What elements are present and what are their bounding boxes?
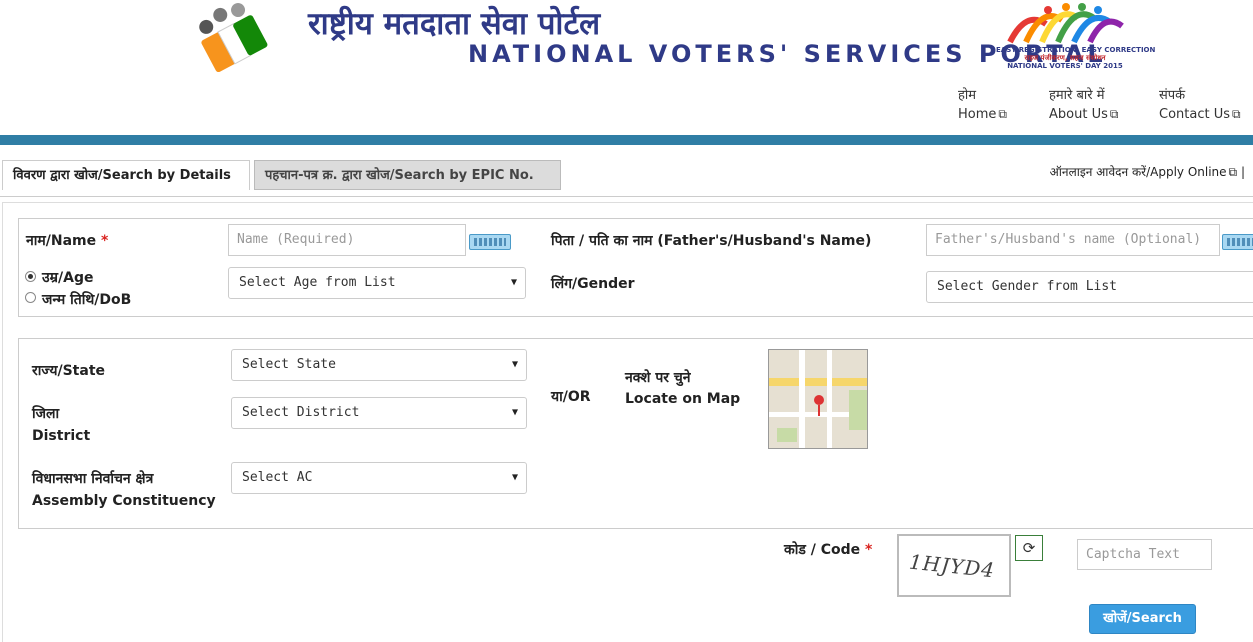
voters-day-tagline-2: सहज पंजीकरण, सहज संशोधन — [1024, 54, 1106, 62]
election-commission-logo — [199, 3, 268, 72]
dob-radio[interactable] — [25, 292, 36, 303]
map-label-hindi: नक्शे पर चुने — [625, 370, 691, 386]
caret-down-icon: ▼ — [511, 359, 518, 370]
required-mark: * — [101, 233, 109, 249]
nav-contact-hindi: संपर्क — [1159, 88, 1186, 103]
gender-select-value: Select Gender from List — [937, 279, 1118, 294]
nav-home-label[interactable]: Home — [958, 107, 996, 122]
district-select-value: Select District — [242, 405, 360, 420]
ac-label-hindi: विधानसभा निर्वाचन क्षेत्र — [32, 471, 154, 487]
tab-search-by-details[interactable]: विवरण द्वारा खोज/Search by Details — [2, 160, 250, 190]
site-header: राष्ट्रीय मतदाता सेवा पोर्टल NATIONAL VO… — [0, 0, 1253, 135]
nav-about-hindi: हमारे बारे में — [1049, 88, 1105, 103]
captcha-text: 1HJYD4 — [907, 549, 997, 583]
nav-about-label[interactable]: About Us — [1049, 107, 1108, 122]
required-mark: * — [865, 542, 873, 558]
apply-online-link[interactable]: ऑनलाइन आवेदन करें/Apply Online ⧉ | — [1050, 163, 1245, 180]
tab-search-by-epic[interactable]: पहचान-पत्र क्र. द्वारा खोज/Search by EPI… — [254, 160, 561, 190]
tabs-underline — [0, 196, 1253, 197]
name-label: नाम/Name * — [26, 230, 108, 252]
captcha-image: 1HJYD4 — [897, 534, 1011, 597]
external-link-icon: ⧉ — [998, 107, 1007, 121]
voters-day-tagline-3: NATIONAL VOTERS' DAY 2015 — [1007, 62, 1123, 70]
age-select[interactable]: Select Age from List ▼ — [228, 267, 526, 299]
state-label: राज्य/State — [32, 363, 106, 379]
keyboard-icon[interactable] — [1222, 234, 1253, 250]
caret-down-icon: ▼ — [511, 407, 518, 418]
external-link-icon: ⧉ — [1228, 165, 1238, 179]
nav-contact[interactable]: संपर्क Contact Us ⧉ — [1159, 87, 1241, 124]
locate-on-map-thumbnail[interactable] — [768, 349, 868, 449]
gender-label: लिंग/Gender — [551, 276, 635, 292]
portal-title-hindi: राष्ट्रीय मतदाता सेवा पोर्टल — [308, 6, 601, 42]
apply-online-separator: | — [1240, 165, 1245, 179]
gender-select[interactable]: Select Gender from List — [926, 271, 1253, 303]
name-input[interactable]: Name (Required) — [228, 224, 466, 256]
captcha-input[interactable]: Captcha Text — [1077, 539, 1212, 570]
nav-about[interactable]: हमारे बारे में About Us ⧉ — [1049, 87, 1118, 124]
nav-contact-label[interactable]: Contact Us — [1159, 107, 1230, 122]
name-label-text: नाम/Name — [26, 233, 97, 249]
code-label: कोड / Code * — [784, 539, 872, 561]
age-label: उम्र/Age — [42, 270, 94, 286]
state-select[interactable]: Select State ▼ — [231, 349, 527, 381]
age-radio[interactable] — [25, 271, 36, 282]
external-link-icon: ⧉ — [1232, 107, 1241, 121]
caret-down-icon: ▼ — [511, 472, 518, 483]
state-select-value: Select State — [242, 357, 336, 372]
ac-select-value: Select AC — [242, 470, 313, 485]
nav-home-hindi: होम — [958, 88, 977, 103]
external-link-icon: ⧉ — [1109, 107, 1119, 121]
code-label-text: कोड / Code — [784, 542, 861, 558]
district-select[interactable]: Select District ▼ — [231, 397, 527, 429]
ac-select[interactable]: Select AC ▼ — [231, 462, 527, 494]
father-name-input[interactable]: Father's/Husband's name (Optional) — [926, 224, 1220, 256]
district-label-hindi: जिला — [32, 406, 60, 422]
voters-day-tagline-1: EASY REGISTRATION, EASY CORRECTION — [996, 46, 1156, 54]
district-label: District — [32, 428, 91, 444]
search-button[interactable]: खोजें/Search — [1089, 604, 1196, 634]
voters-day-figures-icon — [1007, 3, 1124, 44]
father-name-label: पिता / पति का नाम (Father's/Husband's Na… — [551, 233, 872, 249]
refresh-icon[interactable]: ⟳ — [1015, 535, 1043, 561]
or-label: या/OR — [551, 389, 591, 405]
map-label: Locate on Map — [625, 391, 741, 407]
apply-online-label[interactable]: ऑनलाइन आवेदन करें/Apply Online — [1050, 165, 1227, 179]
nav-home[interactable]: होम Home ⧉ — [958, 87, 1007, 124]
caret-down-icon: ▼ — [510, 277, 517, 288]
keyboard-icon[interactable] — [469, 234, 511, 250]
age-select-value: Select Age from List — [239, 275, 396, 290]
map-icon — [769, 350, 867, 448]
ac-label: Assembly Constituency — [32, 493, 216, 509]
voters-day-logo: EASY REGISTRATION, EASY CORRECTION सहज प… — [996, 2, 1156, 74]
header-divider-bar — [0, 135, 1253, 145]
dob-label: जन्म तिथि/DoB — [42, 292, 132, 308]
